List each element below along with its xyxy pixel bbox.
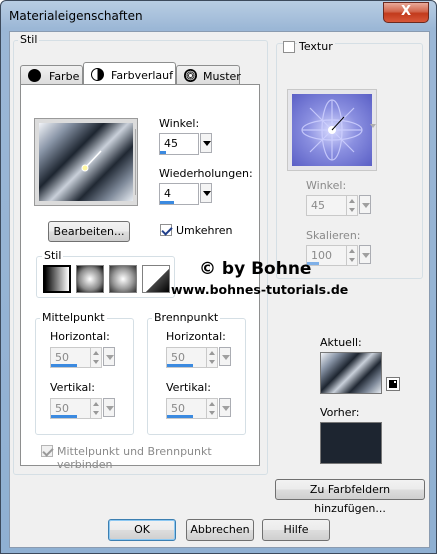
angle-label: Winkel: — [159, 117, 200, 130]
previous-label: Vorher: — [320, 406, 360, 419]
link-points-label: Mittelpunkt und Brennpunkt verbinden — [57, 445, 212, 471]
focal-horizontal-spinner[interactable] — [206, 348, 218, 367]
link-points-checkbox[interactable] — [41, 445, 53, 457]
radial-gradient-button[interactable] — [109, 265, 137, 293]
help-button[interactable]: Hilfe — [262, 519, 330, 541]
focal-horizontal-label: Horizontal: — [166, 330, 226, 343]
tab-muster[interactable]: Muster — [176, 65, 241, 85]
center-vertical-value: 50 — [55, 402, 69, 415]
add-to-swatches-button[interactable]: Zu Farbfeldern hinzufügen... — [275, 479, 425, 515]
watermark-copyright: © by Bohne — [199, 259, 312, 279]
edit-gradient-button[interactable]: Bearbeiten... — [48, 221, 130, 242]
solid-color-icon — [28, 69, 41, 82]
title-bar[interactable]: Materialeigenschaften X — [1, 1, 436, 31]
gradient-preview-frame — [34, 118, 138, 206]
texture-scale-input[interactable]: 100 — [306, 245, 358, 266]
texture-scale-value: 100 — [311, 249, 332, 262]
center-group-label: Mittelpunkt — [40, 311, 107, 324]
tab-farbe-label: Farbe — [49, 70, 80, 83]
texture-label: Textur — [297, 40, 335, 53]
texture-angle-spinner[interactable] — [346, 196, 358, 215]
texture-angle-value: 45 — [311, 199, 325, 212]
style-type-label: Stil — [42, 249, 64, 262]
center-horizontal-dropdown[interactable] — [103, 347, 115, 366]
rectangular-gradient-button[interactable] — [76, 265, 104, 293]
repeats-slider-bar[interactable] — [160, 201, 174, 204]
current-label: Aktuell: — [320, 336, 362, 349]
texture-scale-dropdown[interactable] — [359, 245, 371, 264]
invert-label: Umkehren — [176, 224, 233, 237]
angle-dropdown-button[interactable] — [200, 133, 212, 153]
pattern-icon — [184, 69, 197, 82]
linear-gradient-button[interactable] — [43, 265, 71, 293]
texture-angle-input[interactable]: 45 — [306, 195, 358, 216]
focal-vertical-input[interactable]: 50 — [166, 398, 218, 419]
focal-horizontal-value: 50 — [171, 351, 185, 364]
center-vertical-label: Vertikal: — [50, 381, 96, 394]
repeats-label: Wiederholungen: — [159, 167, 253, 180]
center-horizontal-bar[interactable] — [51, 364, 77, 367]
swap-materials-icon[interactable] — [386, 377, 400, 391]
texture-angle-dropdown[interactable] — [359, 195, 371, 214]
watermark-url: www.bohnes-tutorials.de — [171, 282, 349, 297]
texture-scale-spinner[interactable] — [346, 246, 358, 265]
repeats-dropdown-button[interactable] — [200, 183, 212, 203]
texture-angle-label: Winkel: — [306, 179, 347, 192]
center-vertical-bar[interactable] — [51, 415, 77, 418]
texture-checkbox[interactable] — [283, 41, 295, 53]
gradient-preview[interactable] — [39, 123, 133, 201]
focal-vertical-value: 50 — [171, 402, 185, 415]
invert-checkbox[interactable] — [160, 224, 172, 236]
sunburst-gradient-button[interactable] — [142, 265, 170, 293]
texture-scale-label: Skalieren: — [306, 229, 361, 242]
focal-horizontal-dropdown[interactable] — [219, 347, 231, 366]
center-horizontal-spinner[interactable] — [90, 348, 102, 367]
tab-farbverlauf-label: Farbverlauf — [111, 69, 174, 82]
center-horizontal-value: 50 — [55, 351, 69, 364]
repeats-value: 4 — [164, 187, 171, 200]
angle-slider-bar[interactable] — [160, 151, 166, 154]
angle-input[interactable]: 45 — [159, 133, 199, 155]
focal-horizontal-bar[interactable] — [167, 364, 193, 367]
center-horizontal-label: Horizontal: — [50, 330, 110, 343]
focal-group-label: Brennpunkt — [152, 311, 221, 324]
focal-horizontal-input[interactable]: 50 — [166, 347, 218, 368]
center-vertical-input[interactable]: 50 — [50, 398, 102, 419]
texture-preview — [292, 94, 372, 166]
texture-preview-frame[interactable] — [287, 89, 377, 171]
tab-farbverlauf[interactable]: Farbverlauf — [83, 62, 176, 85]
repeats-input[interactable]: 4 — [159, 183, 199, 205]
previous-material-swatch[interactable] — [320, 422, 382, 464]
angle-value: 45 — [164, 137, 178, 150]
focal-vertical-dropdown[interactable] — [219, 398, 231, 417]
cancel-button[interactable]: Abbrechen — [186, 519, 254, 541]
dialog-window: Materialeigenschaften X Stil Farbe Farbv… — [0, 0, 437, 554]
tab-farbe[interactable]: Farbe — [20, 65, 83, 85]
focal-vertical-bar[interactable] — [167, 415, 193, 418]
ok-button[interactable]: OK — [108, 519, 176, 541]
center-vertical-spinner[interactable] — [90, 399, 102, 418]
focal-vertical-spinner[interactable] — [206, 399, 218, 418]
texture-dropdown-icon — [370, 124, 376, 128]
current-material-swatch[interactable] — [320, 352, 382, 394]
dialog-client-area: Stil Farbe Farbverlauf Muster Winkel: 45… — [9, 31, 430, 548]
angle-handle-icon[interactable] — [39, 123, 133, 201]
close-button[interactable]: X — [383, 2, 429, 23]
focal-vertical-label: Vertikal: — [166, 381, 212, 394]
center-horizontal-input[interactable]: 50 — [50, 347, 102, 368]
center-vertical-dropdown[interactable] — [103, 398, 115, 417]
gradient-icon — [91, 68, 104, 81]
tab-muster-label: Muster — [203, 70, 241, 83]
style-group-label: Stil — [18, 33, 40, 46]
window-title: Materialeigenschaften — [9, 9, 143, 23]
preview-scrollbar-track — [135, 129, 136, 195]
